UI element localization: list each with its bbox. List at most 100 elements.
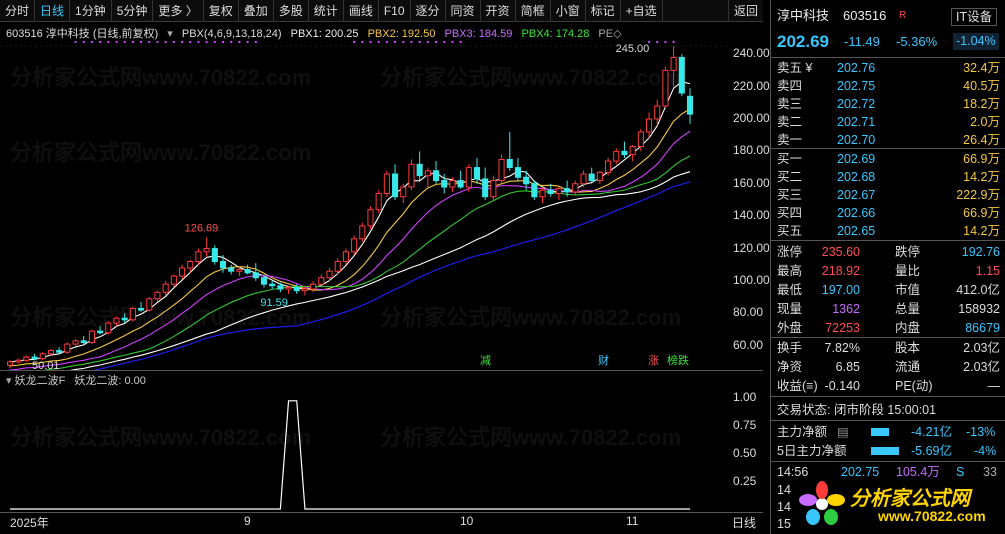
candle-body[interactable] bbox=[400, 186, 407, 198]
candle-body[interactable] bbox=[539, 189, 546, 198]
event-mark[interactable]: 减 bbox=[480, 354, 491, 367]
candle-body[interactable] bbox=[605, 160, 612, 173]
candle-body[interactable] bbox=[236, 269, 243, 272]
candle-body[interactable] bbox=[465, 167, 472, 188]
toolbar-item[interactable]: 日线 bbox=[35, 0, 71, 22]
candle-body[interactable] bbox=[88, 330, 95, 343]
candle-body[interactable] bbox=[432, 170, 440, 182]
period-label[interactable]: 日线 bbox=[732, 514, 756, 531]
event-mark[interactable]: 榜跌 bbox=[667, 353, 689, 367]
event-mark[interactable]: 财 bbox=[598, 353, 609, 367]
candle-body[interactable] bbox=[531, 183, 538, 198]
candle-body[interactable] bbox=[146, 298, 153, 311]
toolbar-item[interactable]: 标记 bbox=[586, 0, 621, 22]
candle-body[interactable] bbox=[359, 225, 366, 240]
candle-body[interactable] bbox=[408, 163, 415, 188]
candle-body[interactable] bbox=[637, 131, 644, 148]
toolbar-item[interactable]: 小窗 bbox=[551, 0, 586, 22]
sub-indicator-name[interactable]: 妖龙二波F bbox=[15, 375, 66, 387]
sub-indicator-chart[interactable] bbox=[0, 388, 727, 511]
toolbar-item[interactable]: 简框 bbox=[516, 0, 551, 22]
candle-body[interactable] bbox=[334, 260, 341, 272]
candle-body[interactable] bbox=[564, 188, 571, 193]
toolbar-item[interactable]: 5分钟 bbox=[112, 0, 154, 22]
candle-body[interactable] bbox=[80, 340, 87, 343]
candle-body[interactable] bbox=[31, 356, 38, 360]
candle-body[interactable] bbox=[392, 173, 399, 198]
toolbar-item[interactable]: 更多 〉 bbox=[153, 0, 204, 22]
candle-body[interactable] bbox=[64, 343, 71, 353]
candle-body[interactable] bbox=[613, 150, 620, 162]
candle-body[interactable] bbox=[113, 317, 120, 324]
candle-body[interactable] bbox=[670, 56, 677, 71]
candle-body[interactable] bbox=[457, 180, 464, 188]
candle-body[interactable] bbox=[686, 95, 694, 115]
candle-body[interactable] bbox=[203, 248, 210, 253]
candle-body[interactable] bbox=[301, 288, 308, 292]
toolbar-item[interactable]: +自选 bbox=[621, 0, 663, 22]
candle-body[interactable] bbox=[105, 322, 112, 334]
candle-body[interactable] bbox=[170, 275, 177, 285]
candle-body[interactable] bbox=[318, 277, 325, 285]
info-icon[interactable]: ▤ bbox=[837, 423, 849, 441]
candlestick-chart[interactable]: 245.00 126.69 91.59 50.01 减 财 涨榜跌 bbox=[0, 38, 727, 370]
toolbar-item[interactable]: 开资 bbox=[481, 0, 516, 22]
candle-body[interactable] bbox=[547, 189, 554, 194]
candle-body[interactable] bbox=[23, 356, 30, 361]
candle-body[interactable] bbox=[351, 238, 358, 253]
toolbar-item[interactable]: 统计 bbox=[309, 0, 344, 22]
candle-body[interactable] bbox=[383, 173, 390, 194]
candle-body[interactable] bbox=[572, 183, 579, 193]
candle-body[interactable] bbox=[72, 340, 79, 345]
event-mark[interactable]: 涨 bbox=[648, 354, 659, 367]
candle-body[interactable] bbox=[211, 248, 218, 262]
candle-body[interactable] bbox=[588, 173, 595, 182]
toolbar-item[interactable]: 返回 bbox=[727, 0, 763, 22]
candle-body[interactable] bbox=[645, 118, 653, 133]
toolbar-item[interactable]: 复权 bbox=[204, 0, 239, 22]
candle-body[interactable] bbox=[97, 330, 104, 334]
candle-body[interactable] bbox=[138, 307, 145, 311]
candle-body[interactable] bbox=[449, 180, 456, 188]
candle-body[interactable] bbox=[293, 286, 300, 292]
candle-body[interactable] bbox=[47, 350, 55, 355]
candle-body[interactable] bbox=[195, 251, 202, 262]
toolbar-item[interactable]: 1分钟 bbox=[70, 0, 112, 22]
candle-body[interactable] bbox=[629, 146, 636, 156]
candle-body[interactable] bbox=[260, 277, 268, 285]
sector-label[interactable]: IT设备 bbox=[951, 8, 998, 26]
candle-body[interactable] bbox=[310, 283, 317, 290]
candle-body[interactable] bbox=[219, 260, 227, 269]
candle-body[interactable] bbox=[285, 286, 292, 290]
candle-body[interactable] bbox=[662, 69, 669, 107]
candle-body[interactable] bbox=[129, 307, 136, 321]
toolbar-item[interactable]: 画线 bbox=[344, 0, 379, 22]
candle-body[interactable] bbox=[473, 167, 481, 180]
candle-body[interactable] bbox=[621, 150, 628, 156]
main-flow-row[interactable]: 主力净额 ▤ -4.21亿 -13% bbox=[771, 423, 1005, 441]
candle-body[interactable] bbox=[514, 167, 521, 178]
candle-body[interactable] bbox=[15, 359, 22, 363]
candle-body[interactable] bbox=[523, 176, 530, 185]
toolbar-item[interactable]: 叠加 bbox=[239, 0, 274, 22]
candle-body[interactable] bbox=[187, 260, 194, 269]
candle-body[interactable] bbox=[580, 173, 587, 185]
candle-body[interactable] bbox=[179, 267, 186, 277]
toolbar-item[interactable]: 同资 bbox=[446, 0, 481, 22]
toolbar-item[interactable]: F10 bbox=[379, 0, 411, 22]
candle-body[interactable] bbox=[252, 272, 259, 279]
candle-body[interactable] bbox=[416, 163, 423, 177]
candle-body[interactable] bbox=[244, 269, 251, 274]
candle-body[interactable] bbox=[441, 180, 448, 188]
candle-body[interactable] bbox=[506, 158, 513, 169]
candle-body[interactable] bbox=[498, 158, 505, 182]
candle-body[interactable] bbox=[375, 192, 382, 211]
candle-body[interactable] bbox=[228, 267, 235, 272]
dropdown-icon[interactable]: ▾ bbox=[6, 375, 15, 387]
candle-body[interactable] bbox=[6, 361, 14, 366]
candle-body[interactable] bbox=[154, 291, 161, 300]
candle-body[interactable] bbox=[342, 251, 349, 262]
toolbar-item[interactable]: 分时 bbox=[0, 0, 36, 22]
candle-body[interactable] bbox=[424, 170, 431, 177]
candle-body[interactable] bbox=[654, 105, 661, 120]
